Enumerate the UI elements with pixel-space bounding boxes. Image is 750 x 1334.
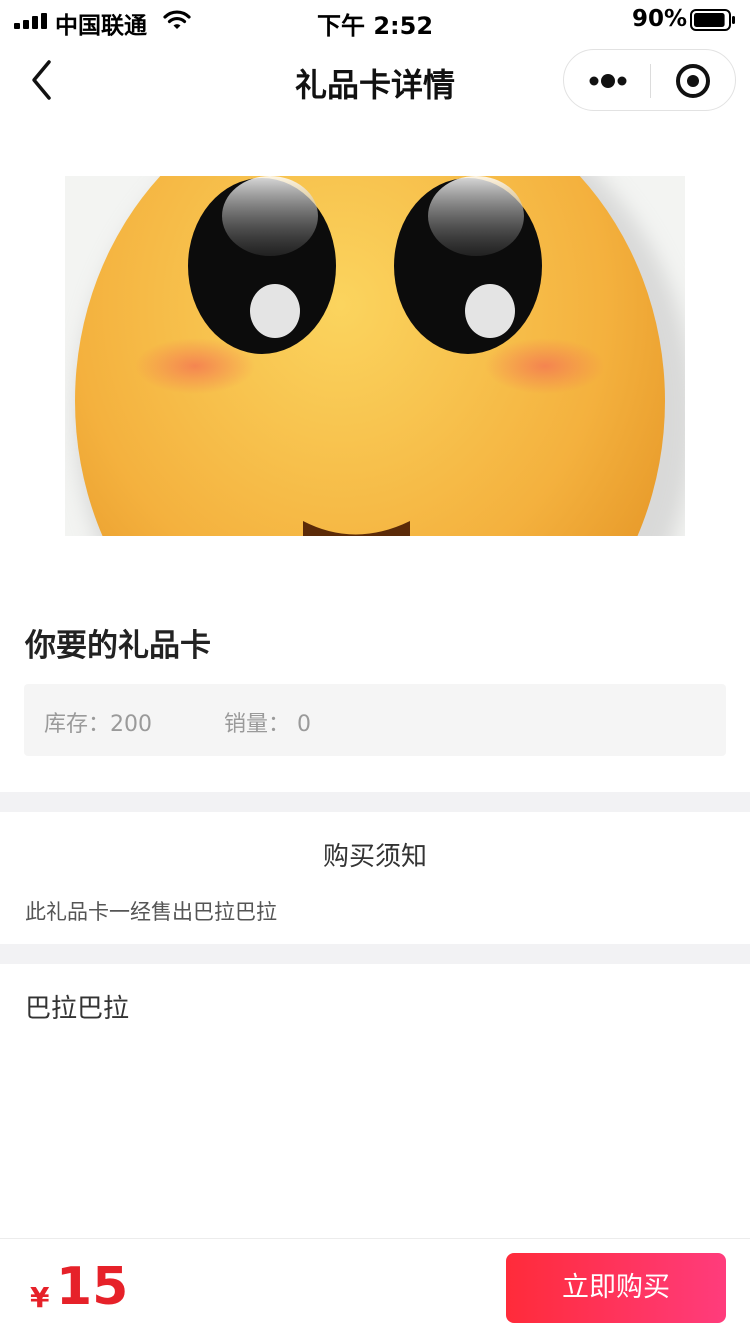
sales-count: 销量： 0 bbox=[224, 712, 311, 737]
product-meta-box: 库存：200 销量： 0 bbox=[24, 684, 726, 756]
page: 中国联通 下午 2:52 90% 礼品卡详情 你要的礼品卡 库存：200 销量：… bbox=[0, 0, 750, 1334]
section-divider bbox=[0, 944, 750, 964]
currency-symbol: ¥ bbox=[30, 1281, 50, 1314]
stock-count: 库存：200 bbox=[44, 712, 152, 737]
product-name: 你要的礼品卡 bbox=[25, 628, 211, 664]
section-divider bbox=[0, 792, 750, 812]
product-image bbox=[65, 176, 685, 536]
battery-percent: 90% bbox=[632, 6, 688, 32]
bottom-action-bar: ¥ 15 立即购买 bbox=[0, 1238, 750, 1334]
mini-program-capsule bbox=[563, 49, 736, 111]
status-bar: 中国联通 下午 2:52 90% bbox=[0, 0, 750, 40]
buy-now-button[interactable]: 立即购买 bbox=[506, 1253, 726, 1323]
price-value: 15 bbox=[56, 1257, 129, 1317]
purchase-notice-text: 此礼品卡一经售出巴拉巴拉 bbox=[25, 900, 277, 924]
purchase-notice-title: 购买须知 bbox=[322, 842, 427, 872]
navigation-bar: 礼品卡详情 bbox=[0, 40, 750, 124]
detail-description: 巴拉巴拉 bbox=[25, 994, 130, 1024]
battery-icon bbox=[690, 9, 735, 31]
target-circle-icon[interactable] bbox=[651, 50, 737, 110]
more-dots-icon[interactable] bbox=[564, 50, 650, 110]
smiley-emoji-image bbox=[65, 176, 685, 536]
